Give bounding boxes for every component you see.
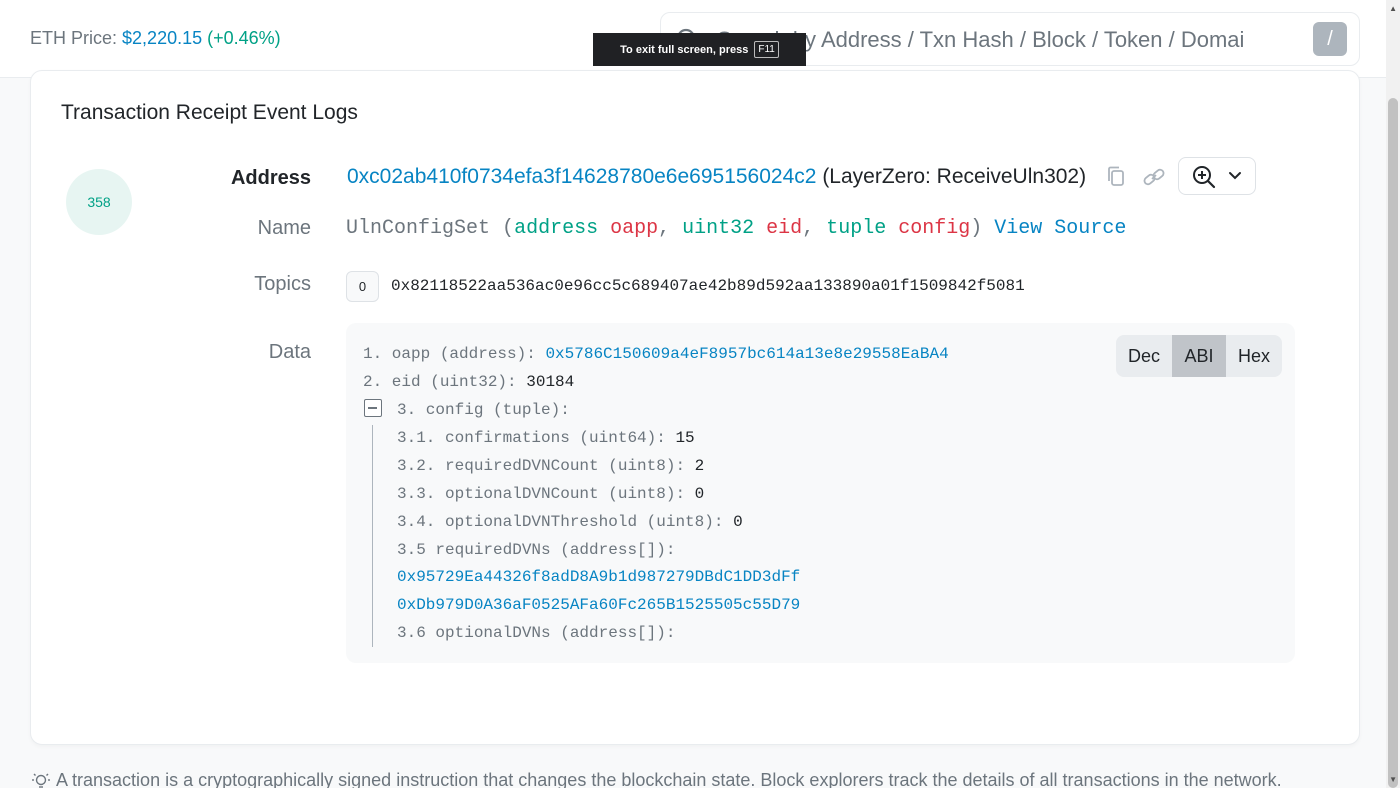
zoom-in-icon (1193, 166, 1216, 189)
format-abi-button[interactable]: ABI (1172, 335, 1226, 377)
data-line: 3.6 optionalDVNs (address[]): (397, 624, 676, 642)
fullscreen-toast-key: F11 (754, 41, 779, 58)
format-hex-button[interactable]: Hex (1226, 335, 1282, 377)
data-field-label: 1. oapp (address): (363, 345, 536, 363)
topic-hash: 0x82118522aa536ac0e96cc5c689407ae42b89d5… (391, 277, 1025, 295)
eth-price-value[interactable]: $2,220.15 (122, 28, 202, 48)
event-logs-card: Transaction Receipt Event Logs 358 Addre… (30, 70, 1360, 745)
data-field-value: 0 (694, 485, 705, 503)
collapse-toggle-button[interactable] (364, 399, 382, 417)
address-name-tag: (LayerZero: ReceiveUln302) (822, 165, 1087, 188)
data-line: 3.4. optionalDVNThreshold (uint8): 0 (397, 513, 743, 531)
data-address-link[interactable]: 0x5786C150609a4eF8957bc614a13e8e29558EaB… (545, 345, 948, 363)
data-field-label: 3.3. optionalDVNCount (uint8): (397, 485, 686, 503)
footer-note: A transaction is a cryptographically sig… (30, 770, 1380, 788)
footer-note-text: A transaction is a cryptographically sig… (56, 770, 1282, 788)
param-type: uint32 (682, 217, 755, 240)
scroll-up-arrow-icon[interactable]: ▲ (1389, 4, 1397, 13)
data-line: 3.1. confirmations (uint64): 15 (397, 429, 695, 447)
event-name: UlnConfigSet (346, 217, 491, 240)
name-label: Name (257, 217, 311, 239)
chevron-down-icon (1229, 172, 1241, 180)
signature-close: ) (970, 217, 983, 240)
data-line: 3.3. optionalDVNCount (uint8): 0 (397, 485, 704, 503)
data-field-label: 3.2. requiredDVNCount (uint8): (397, 457, 686, 475)
event-signature: UlnConfigSet (address oapp, uint32 eid, … (346, 217, 1126, 240)
data-field-label: 3.4. optionalDVNThreshold (uint8): (397, 513, 724, 531)
data-address-link[interactable]: 0x95729Ea44326f8adD8A9b1d987279DBdC1DD3d… (397, 568, 800, 586)
data-label: Data (268, 341, 311, 363)
param-name: config (898, 217, 971, 240)
topics-label: Topics (254, 273, 311, 295)
data-line: 3.5 requiredDVNs (address[]): (397, 541, 676, 559)
vertical-scrollbar[interactable]: ▲ ▼ (1386, 0, 1400, 788)
data-field-value: 30184 (526, 373, 575, 391)
data-line: 3.2. requiredDVNCount (uint8): 2 (397, 457, 704, 475)
eth-price-label: ETH Price: (30, 28, 118, 48)
data-address-link[interactable]: 0xDb979D0A36aF0525AFa60Fc265B1525505c55D… (397, 596, 800, 614)
eth-price: ETH Price: $2,220.15 (+0.46%) (30, 28, 281, 49)
param-name: eid (766, 217, 803, 240)
data-line: 1. oapp (address): 0x5786C150609a4eF8957… (363, 345, 949, 363)
card-title: Transaction Receipt Event Logs (61, 101, 358, 124)
tree-guide-line (372, 425, 373, 647)
param-name: oapp (610, 217, 659, 240)
address-label: Address (230, 167, 311, 189)
address-value: 0xc02ab410f0734efa3f14628780e6e695156024… (347, 165, 1086, 189)
data-field-value: 2 (694, 457, 705, 475)
scroll-down-arrow-icon[interactable]: ▼ (1389, 775, 1397, 784)
param-type: address (514, 217, 599, 240)
signature-open: ( (502, 217, 515, 240)
data-format-toggle: Dec ABI Hex (1116, 335, 1282, 377)
eth-price-change: (+0.46%) (207, 28, 281, 48)
format-dec-button[interactable]: Dec (1116, 335, 1172, 377)
link-icon[interactable] (1141, 165, 1167, 189)
data-line: 2. eid (uint32): 30184 (363, 373, 574, 391)
zoom-dropdown-button[interactable] (1178, 157, 1256, 195)
fullscreen-toast-text: To exit full screen, press (620, 43, 749, 56)
signature-comma: , (802, 217, 815, 240)
topic-index-badge: 0 (346, 271, 379, 302)
view-source-link[interactable]: View Source (994, 217, 1126, 240)
signature-comma: , (658, 217, 671, 240)
data-field-value: 0 (733, 513, 743, 531)
address-link[interactable]: 0xc02ab410f0734efa3f14628780e6e695156024… (347, 165, 816, 188)
data-panel: 1. oapp (address): 0x5786C150609a4eF8957… (346, 323, 1295, 663)
data-field-label: 2. eid (uint32): (363, 373, 517, 391)
data-line: 3. config (tuple): (397, 401, 570, 419)
copy-icon[interactable] (1105, 165, 1129, 189)
fullscreen-exit-toast: To exit full screen, press F11 (593, 33, 806, 66)
lightbulb-icon (32, 773, 50, 788)
search-shortcut-badge: / (1313, 22, 1347, 56)
data-field-label: 3.1. confirmations (uint64): (397, 429, 666, 447)
scrollbar-thumb[interactable] (1388, 98, 1398, 788)
data-field-value: 15 (675, 429, 695, 447)
param-type: tuple (826, 217, 887, 240)
